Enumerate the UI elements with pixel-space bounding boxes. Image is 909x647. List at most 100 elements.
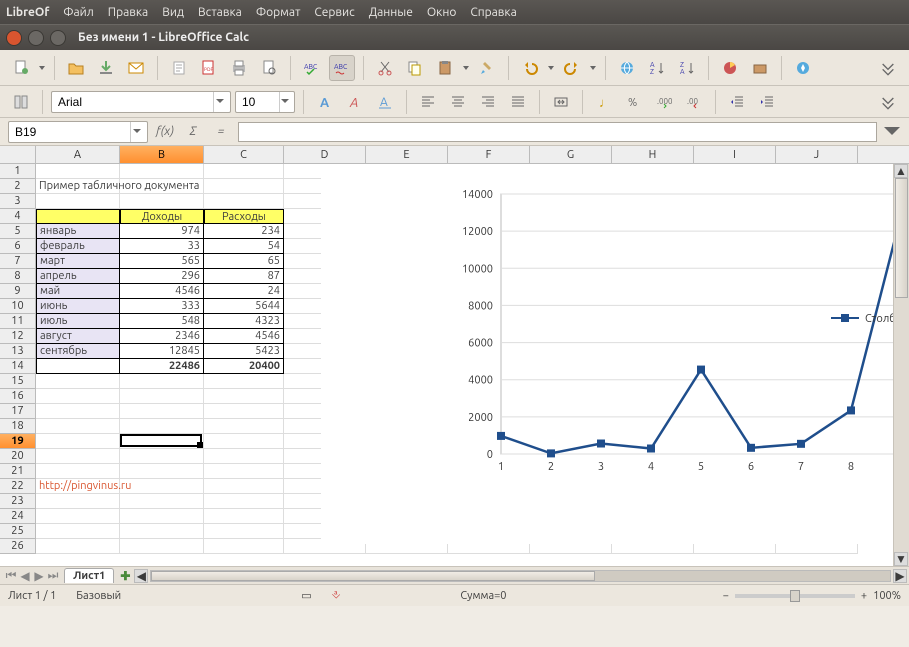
decrease-indent-button[interactable] bbox=[724, 89, 750, 115]
vertical-scrollbar[interactable]: ▲ ▼ bbox=[893, 164, 909, 566]
menu-help[interactable]: Справка bbox=[470, 6, 516, 19]
horizontal-scroll-thumb[interactable] bbox=[151, 571, 594, 581]
column-header-I[interactable]: I bbox=[694, 146, 776, 164]
row-header[interactable]: 3 bbox=[0, 194, 36, 209]
horizontal-scrollbar[interactable]: ◀ ▶ bbox=[132, 569, 909, 583]
row-headers[interactable]: 1234567891011121314151617181920212223242… bbox=[0, 164, 36, 554]
paste-dropdown-icon[interactable] bbox=[462, 66, 470, 70]
row-header[interactable]: 18 bbox=[0, 419, 36, 434]
sort-desc-button[interactable]: ZA bbox=[674, 55, 700, 81]
italic-button[interactable]: A bbox=[342, 89, 368, 115]
row-header[interactable]: 17 bbox=[0, 404, 36, 419]
undo-button[interactable] bbox=[517, 55, 543, 81]
font-name-combo[interactable] bbox=[51, 91, 231, 113]
row-header[interactable]: 11 bbox=[0, 314, 36, 329]
scroll-left-button[interactable]: ◀ bbox=[134, 569, 148, 583]
row-header[interactable]: 22 bbox=[0, 479, 36, 494]
formatbar-more-button[interactable] bbox=[875, 89, 901, 115]
autospell-button[interactable]: ABC bbox=[329, 55, 355, 81]
column-headers[interactable]: ABCDEFGHIJ bbox=[36, 146, 909, 164]
email-button[interactable] bbox=[123, 55, 149, 81]
row-header[interactable]: 20 bbox=[0, 449, 36, 464]
row-header[interactable]: 25 bbox=[0, 524, 36, 539]
add-decimal-button[interactable]: .000 bbox=[651, 89, 677, 115]
cut-button[interactable] bbox=[372, 55, 398, 81]
equals-button[interactable]: = bbox=[210, 122, 232, 142]
row-header[interactable]: 9 bbox=[0, 284, 36, 299]
gallery-button[interactable] bbox=[747, 55, 773, 81]
zoom-out-button[interactable]: − bbox=[723, 590, 729, 602]
row-header[interactable]: 10 bbox=[0, 299, 36, 314]
row-header[interactable]: 21 bbox=[0, 464, 36, 479]
select-all-corner[interactable] bbox=[0, 146, 36, 164]
name-box-input[interactable] bbox=[15, 125, 130, 139]
align-left-button[interactable] bbox=[415, 89, 441, 115]
formula-input[interactable] bbox=[238, 122, 877, 142]
save-button[interactable] bbox=[93, 55, 119, 81]
row-header[interactable]: 19 bbox=[0, 434, 36, 449]
row-header[interactable]: 16 bbox=[0, 389, 36, 404]
export-pdf-button[interactable]: PDF bbox=[196, 55, 222, 81]
chart-button[interactable] bbox=[717, 55, 743, 81]
formula-drop-button[interactable] bbox=[883, 123, 901, 141]
column-header-B[interactable]: B bbox=[120, 146, 204, 164]
styles-button[interactable] bbox=[8, 89, 34, 115]
sort-asc-button[interactable]: AZ bbox=[644, 55, 670, 81]
undo-dropdown-icon[interactable] bbox=[547, 66, 555, 70]
name-box[interactable] bbox=[8, 121, 148, 143]
underline-button[interactable]: A bbox=[372, 89, 398, 115]
percent-button[interactable]: % bbox=[621, 89, 647, 115]
menu-file[interactable]: Файл bbox=[63, 6, 94, 19]
edit-button[interactable] bbox=[166, 55, 192, 81]
horizontal-scroll-track[interactable] bbox=[150, 570, 891, 582]
redo-dropdown-icon[interactable] bbox=[589, 66, 597, 70]
align-right-button[interactable] bbox=[475, 89, 501, 115]
menu-data[interactable]: Данные bbox=[369, 6, 413, 19]
font-size-input[interactable] bbox=[242, 95, 279, 109]
row-header[interactable]: 12 bbox=[0, 329, 36, 344]
row-header[interactable]: 13 bbox=[0, 344, 36, 359]
zoom-in-button[interactable]: + bbox=[861, 590, 867, 602]
row-header[interactable]: 26 bbox=[0, 539, 36, 554]
navigator-button[interactable] bbox=[790, 55, 816, 81]
chevron-down-icon[interactable] bbox=[279, 92, 290, 112]
row-header[interactable]: 14 bbox=[0, 359, 36, 374]
print-button[interactable] bbox=[226, 55, 252, 81]
column-header-E[interactable]: E bbox=[366, 146, 448, 164]
vertical-scroll-thumb[interactable] bbox=[895, 178, 908, 298]
window-minimize-button[interactable] bbox=[28, 30, 44, 46]
copy-button[interactable] bbox=[402, 55, 428, 81]
menu-insert[interactable]: Вставка bbox=[198, 6, 242, 19]
open-button[interactable] bbox=[63, 55, 89, 81]
align-justify-button[interactable] bbox=[505, 89, 531, 115]
row-header[interactable]: 2 bbox=[0, 179, 36, 194]
row-header[interactable]: 1 bbox=[0, 164, 36, 179]
remove-decimal-button[interactable]: .00 bbox=[681, 89, 707, 115]
scroll-down-button[interactable]: ▼ bbox=[894, 552, 908, 566]
currency-button[interactable]: ♩ bbox=[591, 89, 617, 115]
print-preview-button[interactable] bbox=[256, 55, 282, 81]
align-center-button[interactable] bbox=[445, 89, 471, 115]
bold-button[interactable]: A bbox=[312, 89, 338, 115]
column-header-J[interactable]: J bbox=[776, 146, 858, 164]
menu-window[interactable]: Окно bbox=[427, 6, 457, 19]
tab-first-button[interactable]: ⏮ bbox=[4, 569, 18, 583]
menu-format[interactable]: Формат bbox=[256, 6, 301, 19]
chevron-down-icon[interactable] bbox=[130, 122, 143, 142]
scroll-right-button[interactable]: ▶ bbox=[893, 569, 907, 583]
sum-button[interactable]: Σ bbox=[182, 122, 204, 142]
function-wizard-button[interactable]: f(x) bbox=[154, 122, 176, 142]
tab-last-button[interactable]: ⏭ bbox=[46, 569, 60, 583]
embedded-chart[interactable]: 0200040006000800010000120001400012345678… bbox=[321, 164, 909, 544]
font-name-input[interactable] bbox=[58, 95, 213, 109]
row-header[interactable]: 6 bbox=[0, 239, 36, 254]
sheet-tab-active[interactable]: Лист1 bbox=[64, 568, 114, 583]
add-sheet-button[interactable]: ✚ bbox=[118, 569, 132, 583]
row-header[interactable]: 5 bbox=[0, 224, 36, 239]
hyperlink-button[interactable] bbox=[614, 55, 640, 81]
paste-button[interactable] bbox=[432, 55, 458, 81]
toolbar-more-button[interactable] bbox=[875, 55, 901, 81]
row-header[interactable]: 4 bbox=[0, 209, 36, 224]
menu-tools[interactable]: Сервис bbox=[314, 6, 354, 19]
row-header[interactable]: 24 bbox=[0, 509, 36, 524]
